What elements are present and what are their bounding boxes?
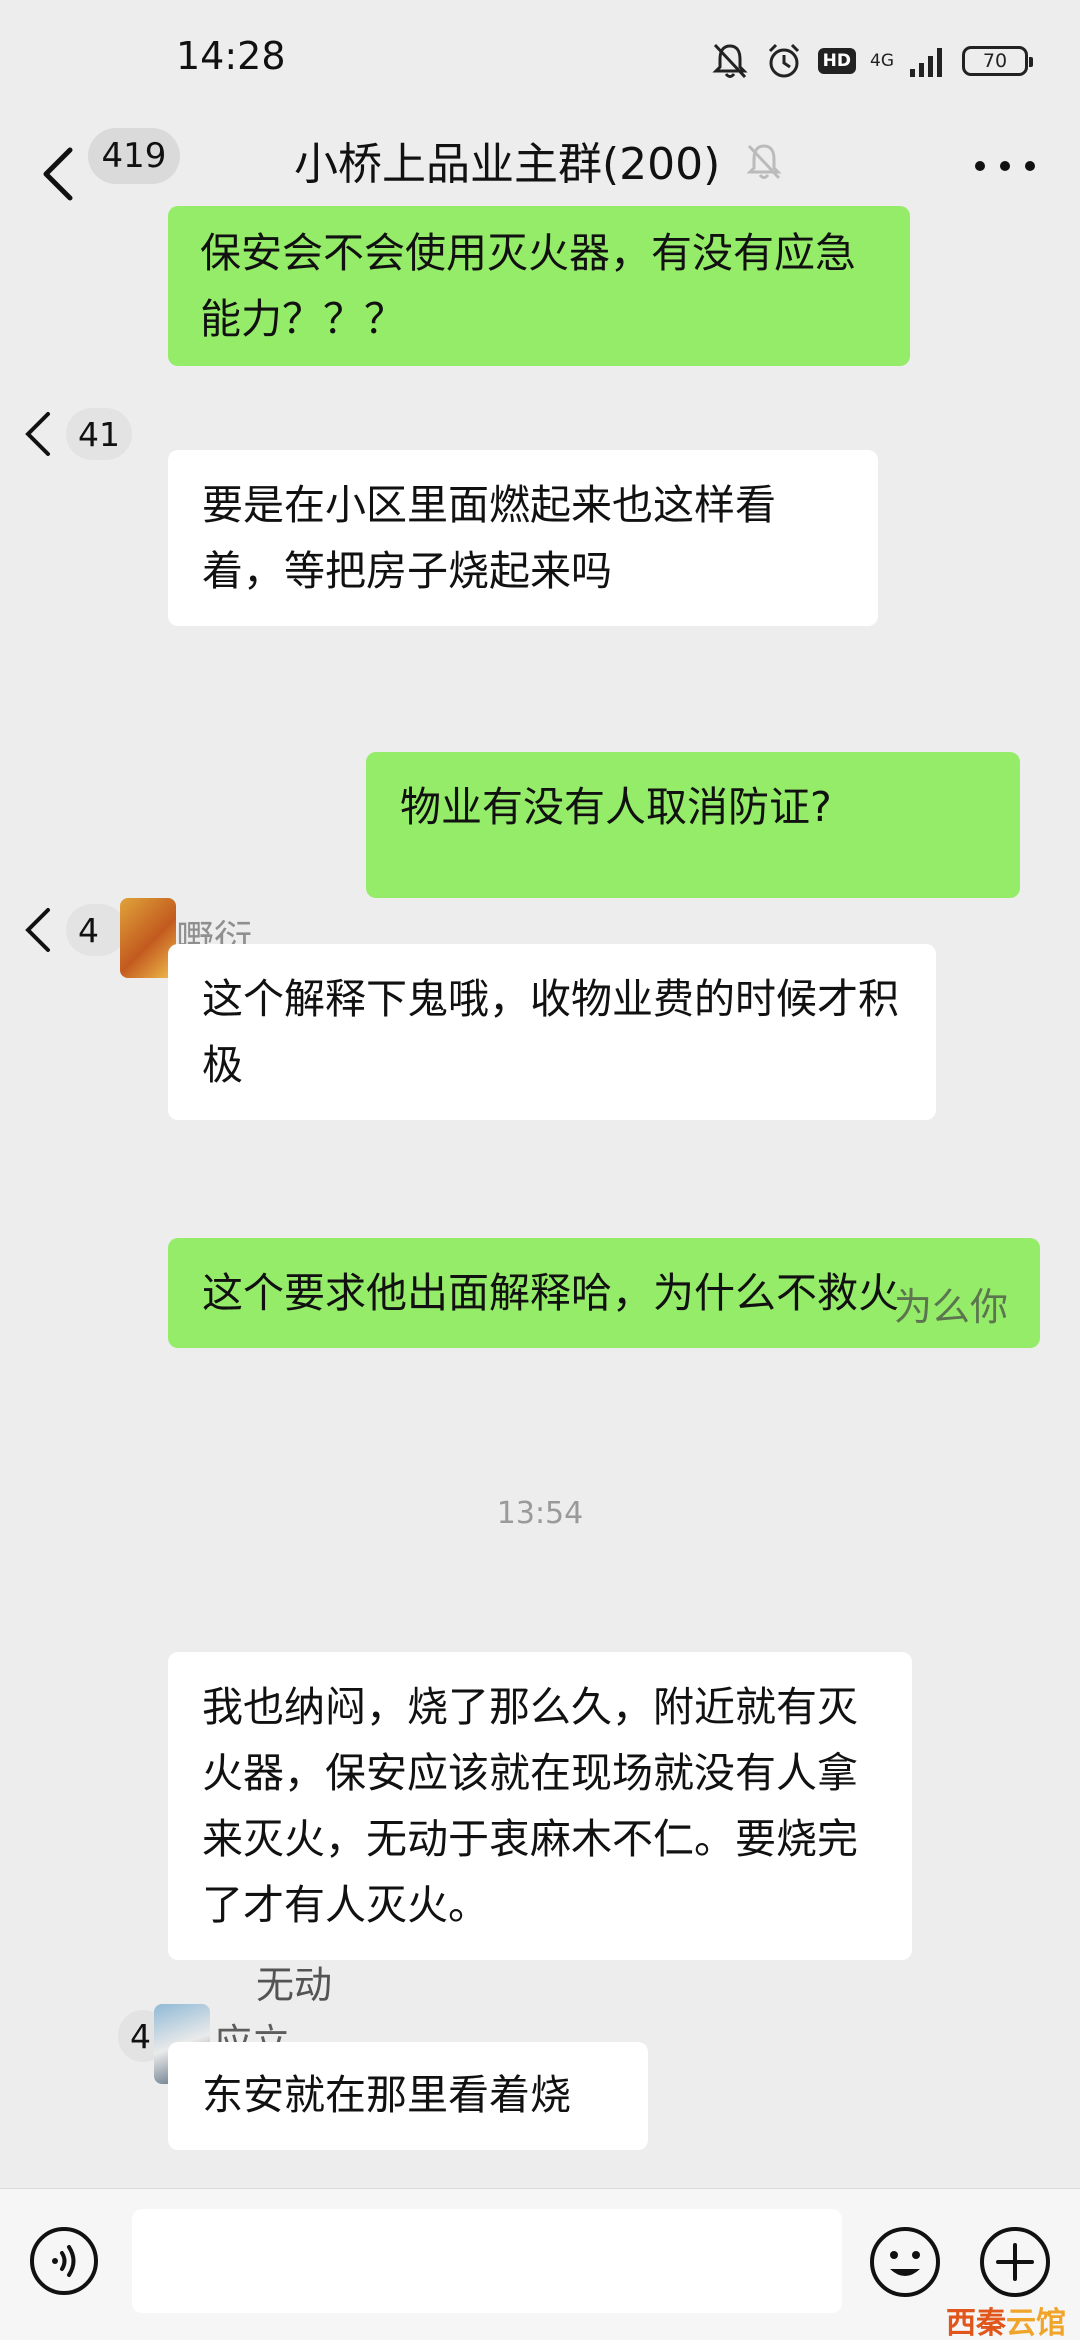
message-bubble[interactable]: 我也纳闷，烧了那么久，附近就有灭火器，保安应该就在现场就没有人拿来灭火，无动于衷… [168, 1652, 912, 1960]
plus-icon[interactable] [978, 2225, 1052, 2299]
network-type: 4G [870, 51, 894, 71]
message-bubble[interactable]: 要是在小区里面燃起来也这样看着，等把房子烧起来吗 [168, 450, 878, 626]
hd-badge: HD [817, 48, 856, 74]
watermark-part-b: 云馆 [1006, 2306, 1066, 2340]
message-bubble[interactable]: 东安就在那里看着烧 [168, 2042, 648, 2150]
more-menu-icon[interactable] [970, 146, 1040, 186]
floating-back-icon[interactable] [20, 408, 56, 460]
overlay-text: 为么你 [894, 1285, 1009, 1329]
message-text: 这个要求他出面解释哈，为什么不救火 [202, 1269, 899, 1317]
watermark-part-a: 西秦 [946, 2306, 1006, 2340]
message-input[interactable] [132, 2209, 842, 2313]
alarm-clock-icon [768, 43, 799, 78]
floating-back-icon[interactable] [20, 904, 56, 956]
status-time: 14:28 [176, 34, 286, 78]
input-bar [0, 2188, 1080, 2340]
voice-input-icon[interactable] [28, 2225, 100, 2297]
chat-screen: 14:28 HD 4G 70 419 小桥上品业主群(200) 保安会不会使用灭… [0, 0, 1080, 2340]
battery-icon: 70 [962, 46, 1033, 76]
back-arrow-icon[interactable] [36, 144, 80, 204]
floating-unread-count[interactable]: 4 [66, 904, 126, 956]
message-bubble[interactable]: 保安会不会使用灭火器，有没有应急能力？？？ [168, 206, 910, 366]
status-bar: 14:28 HD 4G 70 [0, 0, 1080, 118]
message-text: 要是在小区里面燃起来也这样看着，等把房子烧起来吗 [202, 481, 776, 595]
message-bubble[interactable]: 物业有没有人取消防证? [366, 752, 1020, 898]
status-icons: HD 4G 70 [710, 36, 1033, 86]
group-name: 小桥上品业主群(200) [294, 139, 721, 190]
message-text: 我也纳闷，烧了那么久，附近就有灭火器，保安应该就在现场就没有人拿来灭火，无动于衷… [202, 1683, 858, 1929]
floating-unread-count[interactable]: 41 [66, 408, 132, 460]
message-text: 物业有没有人取消防证? [400, 783, 832, 831]
unread-count-badge[interactable]: 419 [88, 128, 180, 184]
message-text: 东安就在那里看着烧 [202, 2071, 571, 2119]
message-text: 这个解释下鬼哦，收物业费的时候才积极 [202, 975, 899, 1089]
mute-icon [746, 144, 782, 180]
signal-icon [910, 48, 942, 77]
timestamp: 13:54 [496, 1496, 584, 1531]
overlay-text: 无动 [256, 1963, 333, 2007]
message-text: 保安会不会使用灭火器，有没有应急能力？？？ [200, 229, 856, 343]
battery-level: 70 [982, 50, 1008, 72]
emoji-icon[interactable] [868, 2225, 942, 2299]
watermark: 西秦云馆 [946, 2298, 1066, 2340]
mute-bell-icon [712, 43, 748, 79]
message-bubble[interactable]: 这个解释下鬼哦，收物业费的时候才积极 [168, 944, 936, 1120]
